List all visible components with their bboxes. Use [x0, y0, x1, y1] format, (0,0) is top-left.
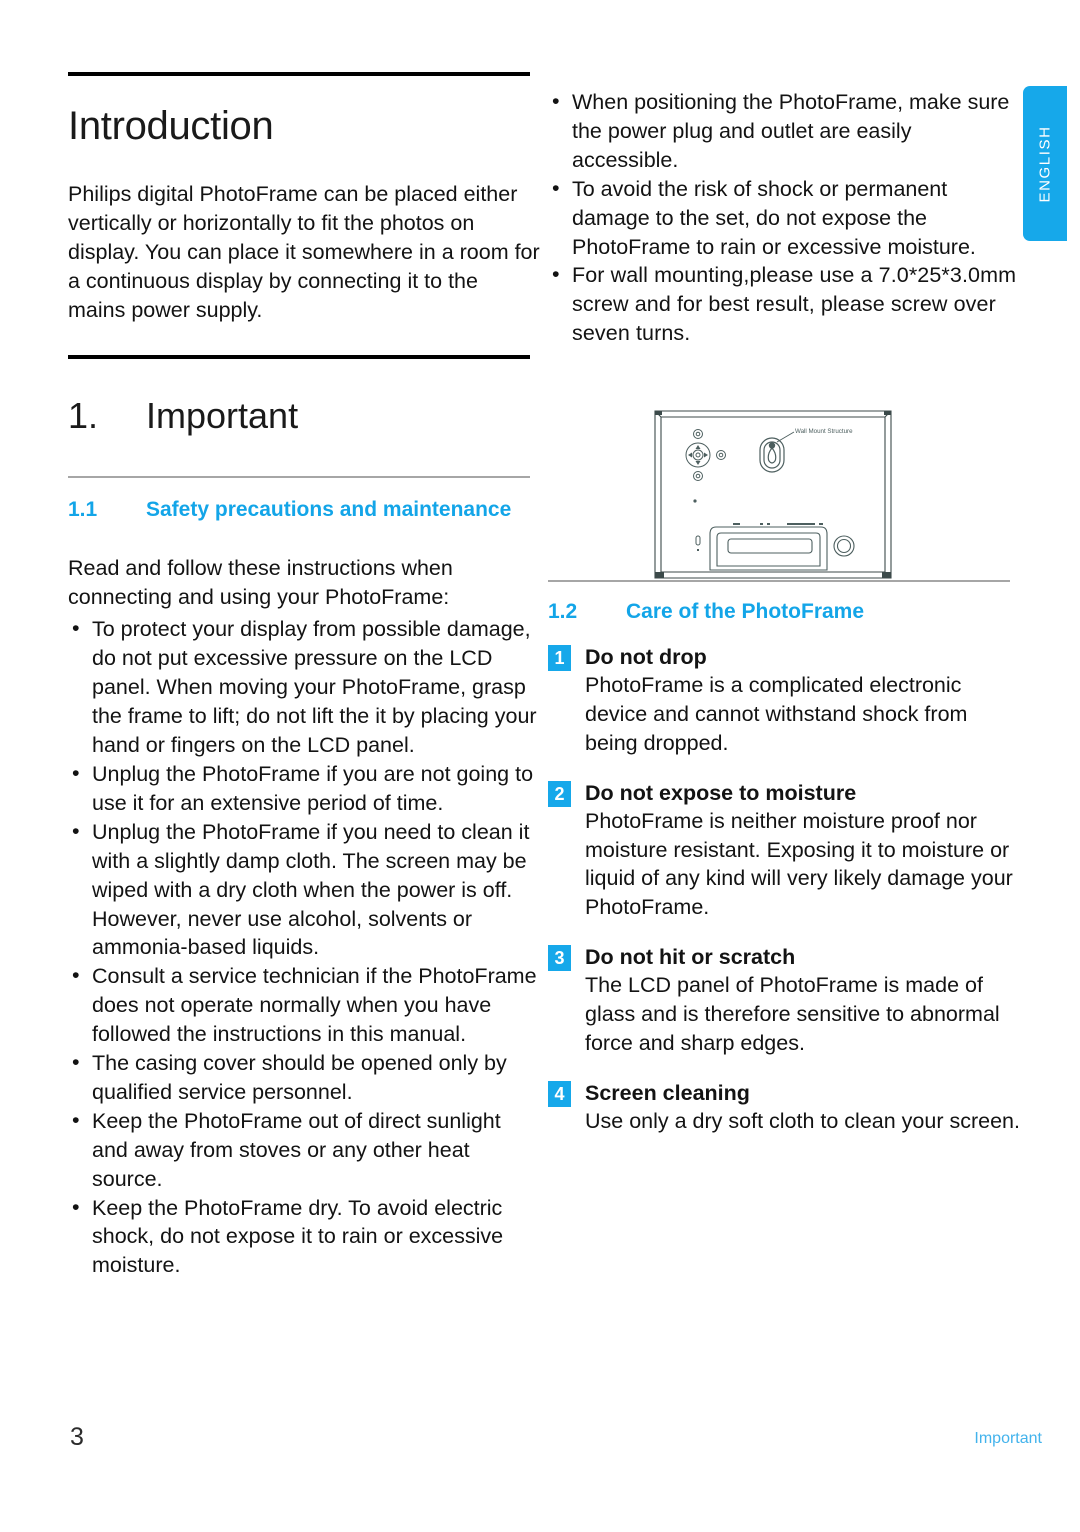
list-item: • To protect your display from possible d…: [68, 615, 540, 760]
care-item-header: 4 Screen cleaning: [548, 1080, 1020, 1107]
list-item-text: To protect your display from possible da…: [92, 617, 537, 758]
list-item-text: Consult a service technician if the Phot…: [92, 964, 537, 1047]
care-item-badge: 3: [548, 945, 571, 972]
section-1-1-number: 1.1: [68, 497, 98, 521]
chapter-heading: 1. Important: [68, 395, 540, 436]
manual-page: Introduction Philips digital PhotoFrame …: [0, 0, 1080, 1532]
photoframe-rear-diagram: Wall Mount Structure: [648, 400, 898, 595]
care-item-header: 3 Do not hit or scratch: [548, 944, 1020, 972]
language-tab-label: ENGLISH: [1036, 124, 1054, 203]
list-item-text: Unplug the PhotoFrame if you are not goi…: [92, 761, 534, 815]
care-item-badge: 2: [548, 780, 571, 807]
care-item-header: 1 Do not drop: [548, 644, 1020, 671]
bullet-icon: •: [72, 1107, 80, 1132]
bullet-icon: •: [72, 1050, 80, 1075]
section-1-1-heading: 1.1 Safety precautions and maintenance: [68, 496, 540, 524]
intro-paragraph: Philips digital PhotoFrame can be placed…: [68, 182, 540, 322]
list-item: • When positioning the PhotoFrame, make s…: [548, 88, 1020, 175]
care-item-title: Screen cleaning: [585, 1080, 750, 1105]
list-item: • Consult a service technician if the Pho…: [68, 962, 540, 1049]
care-item-title: Do not drop: [585, 644, 707, 669]
chapter-title: Important: [146, 394, 299, 436]
list-item: • Keep the PhotoFrame dry. To avoid elect…: [68, 1194, 540, 1281]
list-item-text: Keep the PhotoFrame out of direct sunlig…: [92, 1108, 501, 1191]
section-1-2-number: 1.2: [548, 600, 578, 624]
bullet-icon: •: [552, 89, 560, 113]
list-item: • Unplug the PhotoFrame if you need to cl…: [68, 818, 540, 963]
footer-section-label: Important: [974, 1430, 1042, 1447]
list-item-text: When positioning the PhotoFrame, make su…: [572, 90, 1010, 172]
bullet-icon: •: [552, 175, 560, 200]
bullet-icon: •: [72, 963, 80, 988]
figure-caption-label: Wall Mount Structure: [795, 428, 853, 435]
care-item: 3 Do not hit or scratch The LCD panel of…: [548, 944, 1020, 1058]
care-item-header: 2 Do not expose to moisture: [548, 780, 1020, 807]
chapter-number: 1.: [68, 394, 99, 436]
care-item-badge: 1: [548, 644, 571, 671]
footer-page-number: 3: [70, 1423, 84, 1451]
section-1-2-heading: 1.2 Care of the PhotoFrame: [548, 598, 1020, 626]
list-item: • For wall mounting,please use a 7.0*25*3…: [548, 261, 1020, 348]
care-item-body: PhotoFrame is neither moisture proof nor…: [585, 808, 1013, 920]
care-item-body: PhotoFrame is a complicated electronic d…: [585, 672, 968, 755]
language-tab-english: ENGLISH: [1023, 86, 1067, 241]
section-1-1-title: Safety precautions and maintenance: [146, 497, 512, 521]
care-item: 4 Screen cleaning Use only a dry soft cl…: [548, 1080, 1020, 1136]
safety-bullet-list: • To protect your display from possible d…: [68, 615, 540, 1280]
page-title: Introduction: [68, 104, 274, 148]
section-1-2-title: Care of the PhotoFrame: [626, 600, 865, 624]
bullet-icon: •: [72, 760, 80, 785]
list-item: • Keep the PhotoFrame out of direct sunli…: [68, 1107, 540, 1194]
care-item-body: The LCD panel of PhotoFrame is made of g…: [585, 973, 1000, 1056]
care-item: 2 Do not expose to moisture PhotoFrame i…: [548, 780, 1020, 923]
care-item-title: Do not expose to moisture: [585, 780, 857, 805]
list-item: • The casing cover should be opened only …: [68, 1049, 540, 1107]
bullet-icon: •: [72, 818, 80, 843]
list-item-text: Keep the PhotoFrame dry. To avoid electr…: [92, 1195, 504, 1278]
care-item-body: Use only a dry soft cloth to clean your …: [585, 1108, 1020, 1133]
positioning-bullet-list: • When positioning the PhotoFrame, make s…: [548, 88, 1020, 348]
care-item-badge: 4: [548, 1080, 571, 1107]
care-item-title: Do not hit or scratch: [585, 945, 796, 970]
list-item-text: For wall mounting,please use a 7.0*25*3.…: [572, 263, 1017, 346]
left-column: Introduction Philips digital PhotoFrame …: [68, 0, 540, 1280]
list-item: • To avoid the risk of shock or permanent…: [548, 175, 1020, 262]
bullet-icon: •: [72, 616, 80, 641]
care-item: 1 Do not drop PhotoFrame is a complicate…: [548, 644, 1020, 758]
list-item: • Unplug the PhotoFrame if you are not go…: [68, 760, 540, 818]
bullet-icon: •: [552, 262, 560, 287]
list-item-text: The casing cover should be opened only b…: [92, 1051, 507, 1104]
section-1-1-intro: Read and follow these instructions when …: [68, 555, 453, 609]
list-item-text: To avoid the risk of shock or permanent …: [572, 176, 976, 259]
bullet-icon: •: [72, 1194, 80, 1219]
list-item-text: Unplug the PhotoFrame if you need to cle…: [92, 819, 530, 960]
